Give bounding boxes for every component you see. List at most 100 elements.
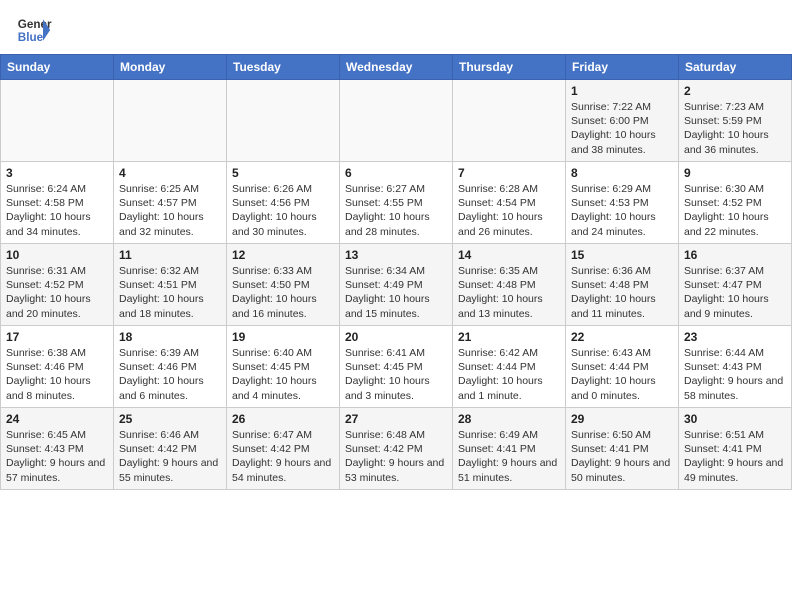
weekday-header: Wednesday — [340, 55, 453, 80]
day-info: Sunrise: 6:31 AM Sunset: 4:52 PM Dayligh… — [6, 264, 108, 321]
calendar-day-cell: 17 Sunrise: 6:38 AM Sunset: 4:46 PM Dayli… — [1, 326, 114, 408]
calendar-day-cell — [227, 80, 340, 162]
day-info: Sunrise: 6:44 AM Sunset: 4:43 PM Dayligh… — [684, 346, 786, 403]
calendar-header-row: SundayMondayTuesdayWednesdayThursdayFrid… — [1, 55, 792, 80]
weekday-header: Friday — [566, 55, 679, 80]
logo-icon: General Blue — [16, 12, 52, 48]
calendar-day-cell — [340, 80, 453, 162]
day-number: 7 — [458, 166, 560, 180]
day-number: 1 — [571, 84, 673, 98]
page-header: General Blue — [0, 0, 792, 54]
day-info: Sunrise: 6:48 AM Sunset: 4:42 PM Dayligh… — [345, 428, 447, 485]
calendar-day-cell: 22 Sunrise: 6:43 AM Sunset: 4:44 PM Dayli… — [566, 326, 679, 408]
calendar-day-cell: 29 Sunrise: 6:50 AM Sunset: 4:41 PM Dayli… — [566, 408, 679, 490]
day-info: Sunrise: 6:47 AM Sunset: 4:42 PM Dayligh… — [232, 428, 334, 485]
day-info: Sunrise: 6:51 AM Sunset: 4:41 PM Dayligh… — [684, 428, 786, 485]
calendar-day-cell: 19 Sunrise: 6:40 AM Sunset: 4:45 PM Dayli… — [227, 326, 340, 408]
day-info: Sunrise: 6:28 AM Sunset: 4:54 PM Dayligh… — [458, 182, 560, 239]
calendar-day-cell: 2Sunrise: 7:23 AM Sunset: 5:59 PM Daylig… — [679, 80, 792, 162]
calendar-week-row: 3 Sunrise: 6:24 AM Sunset: 4:58 PM Daylig… — [1, 162, 792, 244]
day-info: Sunrise: 6:34 AM Sunset: 4:49 PM Dayligh… — [345, 264, 447, 321]
calendar-day-cell: 1 Sunrise: 7:22 AM Sunset: 6:00 PM Daylig… — [566, 80, 679, 162]
day-number: 12 — [232, 248, 334, 262]
calendar-week-row: 10 Sunrise: 6:31 AM Sunset: 4:52 PM Dayli… — [1, 244, 792, 326]
day-info: Sunrise: 6:38 AM Sunset: 4:46 PM Dayligh… — [6, 346, 108, 403]
day-number: 17 — [6, 330, 108, 344]
day-info: Sunrise: 6:32 AM Sunset: 4:51 PM Dayligh… — [119, 264, 221, 321]
day-number: 30 — [684, 412, 786, 426]
day-number: 16 — [684, 248, 786, 262]
calendar-week-row: 1 Sunrise: 7:22 AM Sunset: 6:00 PM Daylig… — [1, 80, 792, 162]
day-info: Sunrise: 6:29 AM Sunset: 4:53 PM Dayligh… — [571, 182, 673, 239]
day-number: 6 — [345, 166, 447, 180]
day-info: Sunrise: 7:22 AM Sunset: 6:00 PM Dayligh… — [571, 100, 673, 157]
calendar-day-cell: 11 Sunrise: 6:32 AM Sunset: 4:51 PM Dayli… — [114, 244, 227, 326]
calendar-day-cell: 25Sunrise: 6:46 AM Sunset: 4:42 PM Dayli… — [114, 408, 227, 490]
day-info: Sunrise: 6:33 AM Sunset: 4:50 PM Dayligh… — [232, 264, 334, 321]
day-info: Sunrise: 6:42 AM Sunset: 4:44 PM Dayligh… — [458, 346, 560, 403]
day-number: 4 — [119, 166, 221, 180]
day-number: 29 — [571, 412, 673, 426]
day-info: Sunrise: 6:39 AM Sunset: 4:46 PM Dayligh… — [119, 346, 221, 403]
calendar-day-cell: 7 Sunrise: 6:28 AM Sunset: 4:54 PM Daylig… — [453, 162, 566, 244]
day-number: 20 — [345, 330, 447, 344]
calendar-day-cell: 9 Sunrise: 6:30 AM Sunset: 4:52 PM Daylig… — [679, 162, 792, 244]
calendar-day-cell: 3 Sunrise: 6:24 AM Sunset: 4:58 PM Daylig… — [1, 162, 114, 244]
calendar-day-cell: 10 Sunrise: 6:31 AM Sunset: 4:52 PM Dayli… — [1, 244, 114, 326]
day-number: 5 — [232, 166, 334, 180]
calendar-day-cell: 27 Sunrise: 6:48 AM Sunset: 4:42 PM Dayli… — [340, 408, 453, 490]
day-number: 26 — [232, 412, 334, 426]
day-number: 18 — [119, 330, 221, 344]
calendar-day-cell: 15 Sunrise: 6:36 AM Sunset: 4:48 PM Dayli… — [566, 244, 679, 326]
weekday-header: Thursday — [453, 55, 566, 80]
day-number: 13 — [345, 248, 447, 262]
day-number: 27 — [345, 412, 447, 426]
day-number: 8 — [571, 166, 673, 180]
calendar-day-cell: 20 Sunrise: 6:41 AM Sunset: 4:45 PM Dayli… — [340, 326, 453, 408]
day-info: Sunrise: 6:24 AM Sunset: 4:58 PM Dayligh… — [6, 182, 108, 239]
calendar-day-cell: 8 Sunrise: 6:29 AM Sunset: 4:53 PM Daylig… — [566, 162, 679, 244]
day-info: Sunrise: 6:45 AM Sunset: 4:43 PM Dayligh… — [6, 428, 108, 485]
day-number: 22 — [571, 330, 673, 344]
day-number: 9 — [684, 166, 786, 180]
svg-text:Blue: Blue — [18, 31, 44, 44]
calendar-day-cell: 13 Sunrise: 6:34 AM Sunset: 4:49 PM Dayli… — [340, 244, 453, 326]
day-info: Sunrise: 6:35 AM Sunset: 4:48 PM Dayligh… — [458, 264, 560, 321]
day-info: Sunrise: 6:27 AM Sunset: 4:55 PM Dayligh… — [345, 182, 447, 239]
day-info: Sunrise: 6:25 AM Sunset: 4:57 PM Dayligh… — [119, 182, 221, 239]
calendar-day-cell — [1, 80, 114, 162]
weekday-header: Sunday — [1, 55, 114, 80]
day-info: Sunrise: 6:50 AM Sunset: 4:41 PM Dayligh… — [571, 428, 673, 485]
calendar-day-cell: 26 Sunrise: 6:47 AM Sunset: 4:42 PM Dayli… — [227, 408, 340, 490]
calendar-day-cell — [114, 80, 227, 162]
day-number: 11 — [119, 248, 221, 262]
weekday-header: Saturday — [679, 55, 792, 80]
day-number: 15 — [571, 248, 673, 262]
calendar-week-row: 24 Sunrise: 6:45 AM Sunset: 4:43 PM Dayli… — [1, 408, 792, 490]
weekday-header: Tuesday — [227, 55, 340, 80]
calendar-day-cell: 28Sunrise: 6:49 AM Sunset: 4:41 PM Dayli… — [453, 408, 566, 490]
calendar-day-cell: 23Sunrise: 6:44 AM Sunset: 4:43 PM Dayli… — [679, 326, 792, 408]
day-number: 19 — [232, 330, 334, 344]
calendar-table: SundayMondayTuesdayWednesdayThursdayFrid… — [0, 54, 792, 490]
calendar-day-cell — [453, 80, 566, 162]
day-number: 14 — [458, 248, 560, 262]
day-number: 3 — [6, 166, 108, 180]
day-info: Sunrise: 6:40 AM Sunset: 4:45 PM Dayligh… — [232, 346, 334, 403]
logo: General Blue — [16, 12, 52, 48]
day-info: Sunrise: 6:37 AM Sunset: 4:47 PM Dayligh… — [684, 264, 786, 321]
calendar-day-cell: 18 Sunrise: 6:39 AM Sunset: 4:46 PM Dayli… — [114, 326, 227, 408]
day-number: 10 — [6, 248, 108, 262]
calendar-day-cell: 4 Sunrise: 6:25 AM Sunset: 4:57 PM Daylig… — [114, 162, 227, 244]
day-info: Sunrise: 6:43 AM Sunset: 4:44 PM Dayligh… — [571, 346, 673, 403]
day-info: Sunrise: 6:26 AM Sunset: 4:56 PM Dayligh… — [232, 182, 334, 239]
day-info: Sunrise: 6:36 AM Sunset: 4:48 PM Dayligh… — [571, 264, 673, 321]
calendar-day-cell: 24 Sunrise: 6:45 AM Sunset: 4:43 PM Dayli… — [1, 408, 114, 490]
day-info: Sunrise: 6:41 AM Sunset: 4:45 PM Dayligh… — [345, 346, 447, 403]
calendar-day-cell: 5 Sunrise: 6:26 AM Sunset: 4:56 PM Daylig… — [227, 162, 340, 244]
day-info: Sunrise: 6:30 AM Sunset: 4:52 PM Dayligh… — [684, 182, 786, 239]
calendar-day-cell: 30 Sunrise: 6:51 AM Sunset: 4:41 PM Dayli… — [679, 408, 792, 490]
day-number: 28 — [458, 412, 560, 426]
day-number: 2 — [684, 84, 786, 98]
day-number: 24 — [6, 412, 108, 426]
